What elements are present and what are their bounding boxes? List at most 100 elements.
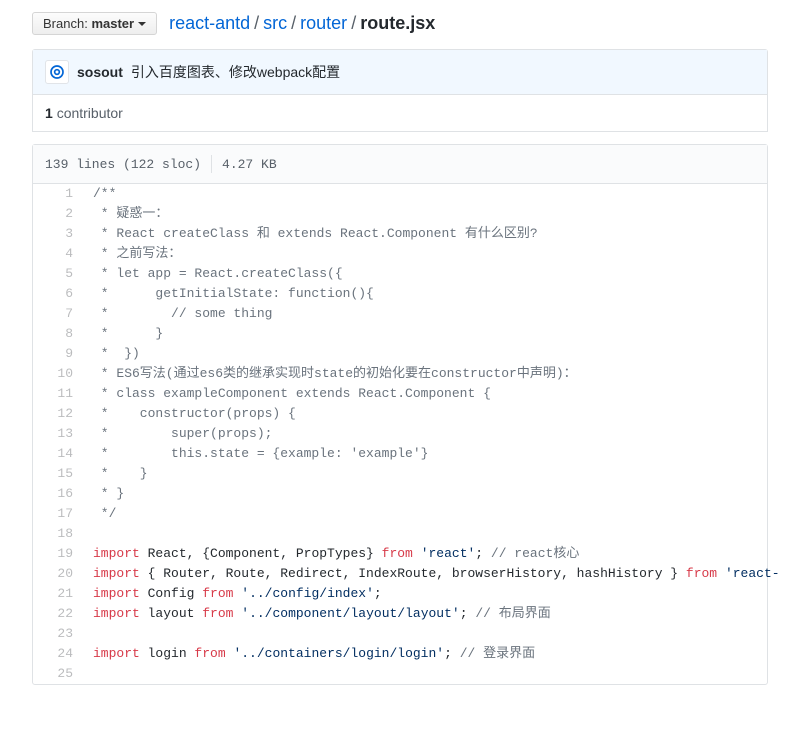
breadcrumb-part[interactable]: router xyxy=(300,13,347,34)
line-code[interactable]: */ xyxy=(83,504,790,524)
contributor-label: contributor xyxy=(57,105,123,121)
line-number[interactable]: 14 xyxy=(33,444,83,464)
line-code[interactable]: import { Router, Route, Redirect, IndexR… xyxy=(83,564,790,584)
commit-message[interactable]: 引入百度图表、修改webpack配置 xyxy=(131,62,340,82)
line-code[interactable]: * constructor(props) { xyxy=(83,404,790,424)
line-code[interactable] xyxy=(83,524,790,544)
code-line: 8 * } xyxy=(33,324,790,344)
commit-author[interactable]: sosout xyxy=(77,64,123,80)
line-code[interactable]: * ES6写法(通过es6类的继承实现时state的初始化要在construct… xyxy=(83,364,790,384)
code-line: 11 * class exampleComponent extends Reac… xyxy=(33,384,790,404)
line-number[interactable]: 16 xyxy=(33,484,83,504)
line-number[interactable]: 4 xyxy=(33,244,83,264)
line-code[interactable]: * } xyxy=(83,324,790,344)
code-line: 13 * super(props); xyxy=(33,424,790,444)
breadcrumb-file: route.jsx xyxy=(360,13,435,34)
line-code[interactable]: * React createClass 和 extends React.Comp… xyxy=(83,224,790,244)
line-number[interactable]: 18 xyxy=(33,524,83,544)
line-code[interactable]: import login from '../containers/login/l… xyxy=(83,644,790,664)
branch-label: Branch: xyxy=(43,16,88,31)
line-code[interactable] xyxy=(83,664,790,684)
line-code[interactable]: * }) xyxy=(83,344,790,364)
code-line: 18 xyxy=(33,524,790,544)
breadcrumb-repo[interactable]: react-antd xyxy=(169,13,250,34)
line-number[interactable]: 2 xyxy=(33,204,83,224)
line-code[interactable]: * } xyxy=(83,464,790,484)
code-line: 17 */ xyxy=(33,504,790,524)
line-number[interactable]: 15 xyxy=(33,464,83,484)
line-code[interactable]: import React, {Component, PropTypes} fro… xyxy=(83,544,790,564)
line-code[interactable]: * this.state = {example: 'example'} xyxy=(83,444,790,464)
line-code[interactable] xyxy=(83,624,790,644)
code-line: 14 * this.state = {example: 'example'} xyxy=(33,444,790,464)
file-meta: 139 lines (122 sloc) 4.27 KB xyxy=(33,145,767,184)
code-line: 4 * 之前写法： xyxy=(33,244,790,264)
line-number[interactable]: 5 xyxy=(33,264,83,284)
avatar[interactable] xyxy=(45,60,69,84)
line-number[interactable]: 1 xyxy=(33,184,83,204)
code-line: 19import React, {Component, PropTypes} f… xyxy=(33,544,790,564)
line-number[interactable]: 7 xyxy=(33,304,83,324)
line-number[interactable]: 24 xyxy=(33,644,83,664)
breadcrumb: react-antd / src / router / route.jsx xyxy=(169,13,435,34)
contributor-count: 1 xyxy=(45,105,53,121)
file-lines: 139 lines (122 sloc) xyxy=(45,157,201,172)
contributors-row: 1 contributor xyxy=(33,95,767,131)
breadcrumb-part[interactable]: src xyxy=(263,13,287,34)
code-line: 23 xyxy=(33,624,790,644)
code-line: 22import layout from '../component/layou… xyxy=(33,604,790,624)
line-code[interactable]: * class exampleComponent extends React.C… xyxy=(83,384,790,404)
line-code[interactable]: * } xyxy=(83,484,790,504)
breadcrumb-sep: / xyxy=(250,13,263,34)
line-number[interactable]: 3 xyxy=(33,224,83,244)
line-code[interactable]: * getInitialState: function(){ xyxy=(83,284,790,304)
breadcrumb-sep: / xyxy=(287,13,300,34)
caret-down-icon xyxy=(138,22,146,26)
line-number[interactable]: 19 xyxy=(33,544,83,564)
code-line: 20import { Router, Route, Redirect, Inde… xyxy=(33,564,790,584)
line-number[interactable]: 10 xyxy=(33,364,83,384)
line-code[interactable]: * 之前写法： xyxy=(83,244,790,264)
line-code[interactable]: * let app = React.createClass({ xyxy=(83,264,790,284)
code-line: 15 * } xyxy=(33,464,790,484)
line-number[interactable]: 11 xyxy=(33,384,83,404)
line-code[interactable]: * // some thing xyxy=(83,304,790,324)
line-code[interactable]: * super(props); xyxy=(83,424,790,444)
commit-box: sosout 引入百度图表、修改webpack配置 1 contributor xyxy=(32,49,768,132)
line-number[interactable]: 25 xyxy=(33,664,83,684)
line-number[interactable]: 6 xyxy=(33,284,83,304)
line-number[interactable]: 21 xyxy=(33,584,83,604)
line-number[interactable]: 17 xyxy=(33,504,83,524)
line-number[interactable]: 22 xyxy=(33,604,83,624)
line-number[interactable]: 13 xyxy=(33,424,83,444)
branch-name: master xyxy=(91,16,134,31)
file-size: 4.27 KB xyxy=(222,157,277,172)
code-line: 1/** xyxy=(33,184,790,204)
code-table: 1/**2 * 疑惑一：3 * React createClass 和 exte… xyxy=(33,184,790,684)
user-avatar-icon xyxy=(49,64,65,80)
line-code[interactable]: /** xyxy=(83,184,790,204)
code-line: 16 * } xyxy=(33,484,790,504)
line-number[interactable]: 9 xyxy=(33,344,83,364)
code-line: 25 xyxy=(33,664,790,684)
line-number[interactable]: 23 xyxy=(33,624,83,644)
line-number[interactable]: 20 xyxy=(33,564,83,584)
code-line: 21import Config from '../config/index'; xyxy=(33,584,790,604)
line-number[interactable]: 12 xyxy=(33,404,83,424)
code-line: 3 * React createClass 和 extends React.Co… xyxy=(33,224,790,244)
code-line: 5 * let app = React.createClass({ xyxy=(33,264,790,284)
branch-select[interactable]: Branch: master xyxy=(32,12,157,35)
line-code[interactable]: import layout from '../component/layout/… xyxy=(83,604,790,624)
line-code[interactable]: import Config from '../config/index'; xyxy=(83,584,790,604)
file-header: Branch: master react-antd / src / router… xyxy=(0,0,800,43)
code-line: 10 * ES6写法(通过es6类的继承实现时state的初始化要在constr… xyxy=(33,364,790,384)
code-line: 7 * // some thing xyxy=(33,304,790,324)
code-line: 12 * constructor(props) { xyxy=(33,404,790,424)
line-code[interactable]: * 疑惑一： xyxy=(83,204,790,224)
code-line: 24import login from '../containers/login… xyxy=(33,644,790,664)
code-line: 6 * getInitialState: function(){ xyxy=(33,284,790,304)
file-box: 139 lines (122 sloc) 4.27 KB 1/**2 * 疑惑一… xyxy=(32,144,768,685)
commit-row: sosout 引入百度图表、修改webpack配置 xyxy=(33,50,767,95)
separator xyxy=(211,155,212,173)
line-number[interactable]: 8 xyxy=(33,324,83,344)
